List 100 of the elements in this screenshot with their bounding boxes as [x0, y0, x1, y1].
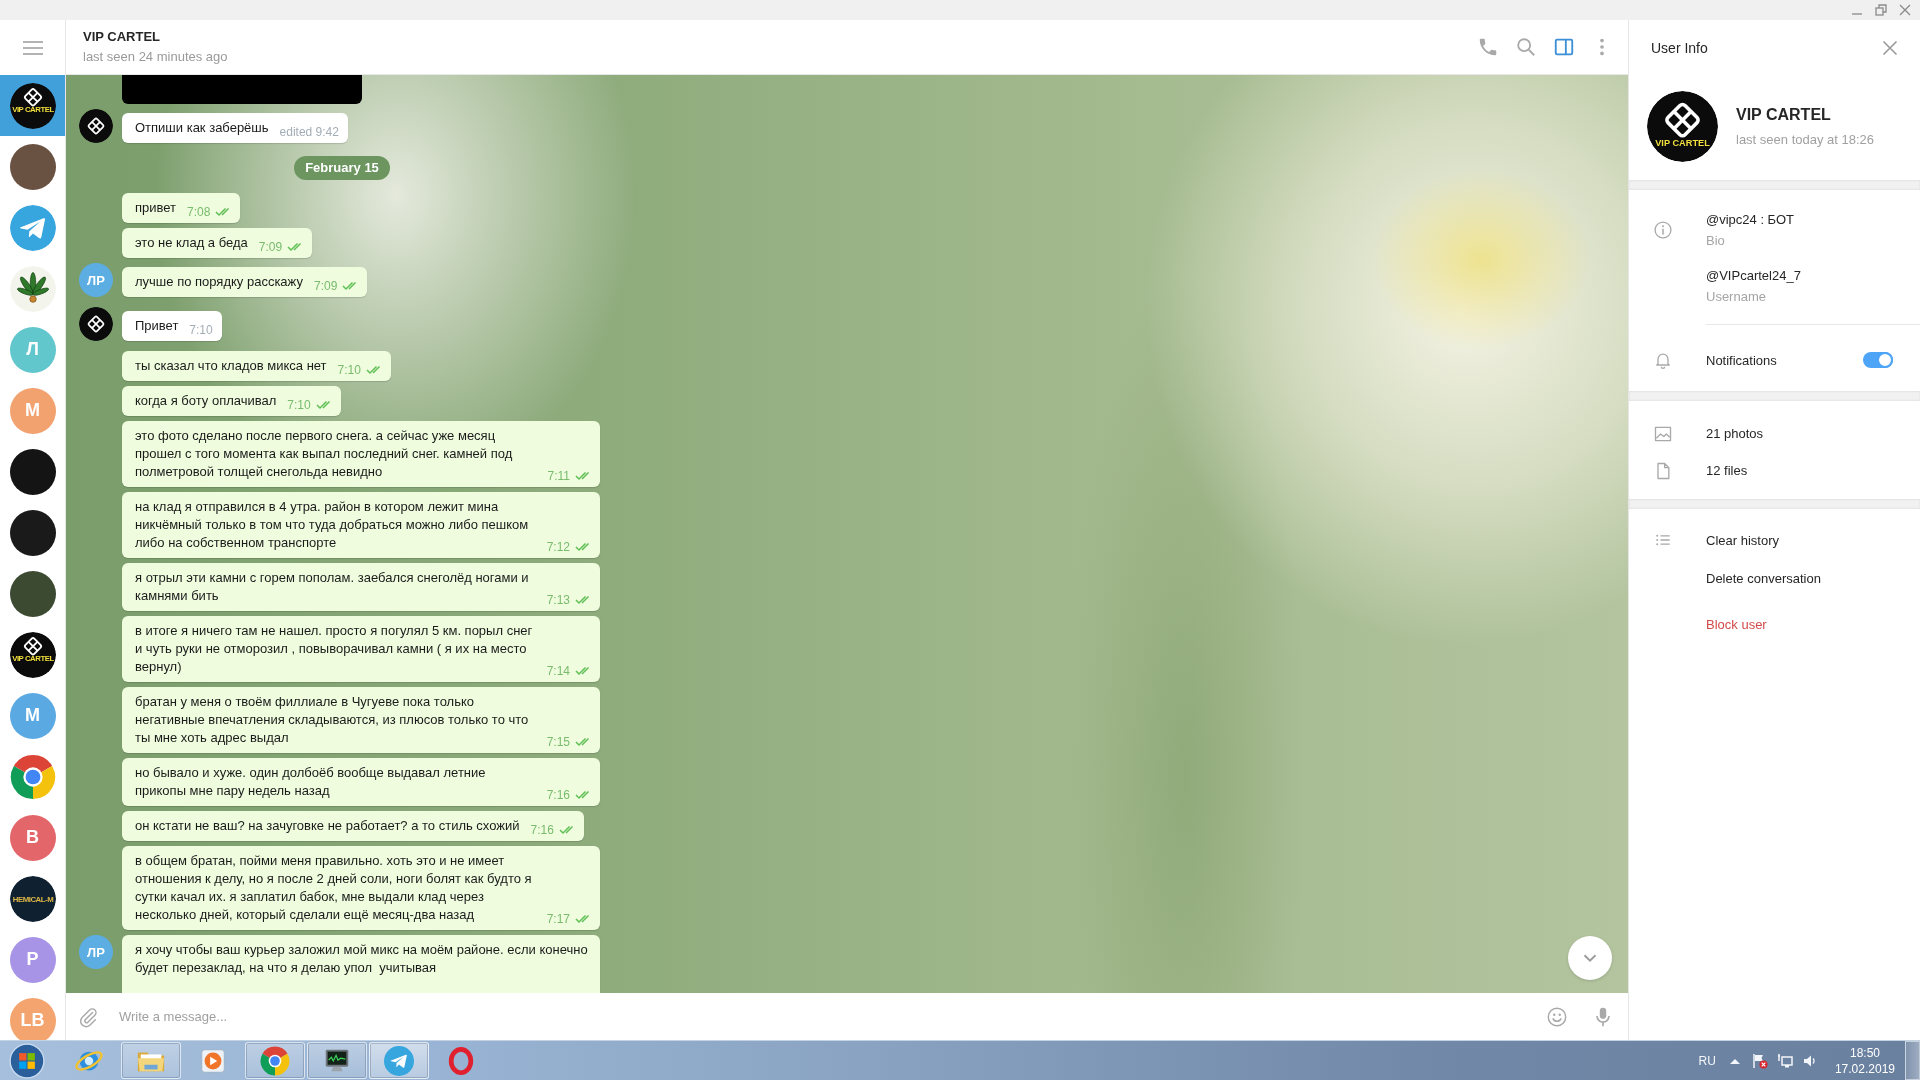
flag-icon[interactable] — [1751, 1052, 1768, 1069]
segmented-circle-icon — [260, 1045, 290, 1076]
action-link[interactable]: Clear history — [1706, 532, 1779, 548]
network-icon[interactable] — [1776, 1052, 1793, 1069]
message-text: на клад я отправился в 4 утра. район в котором лежит мина никчёмный только в том что туда добраться можно либо пешком либо на собственном транспорте — [135, 498, 530, 552]
message-time: 7:09 — [313, 279, 338, 293]
diamond-icon — [87, 314, 105, 334]
double-check-icon — [558, 825, 575, 835]
date-badge: February 15 — [294, 156, 390, 180]
leaf-avatar — [9, 265, 56, 312]
message-text: в общем братан, пойми меня правильно. хоть это и не имеет отношения к делу, но я после 2 дней соли, ноги болят как будто я сутки качал их. я заплатил бабок, мне выдали клад через несколько дней, который сделали ещё месяц-два назад — [135, 852, 533, 924]
scroll-down-button[interactable] — [1568, 936, 1612, 980]
clock-time[interactable]: 18:50 — [1849, 1044, 1880, 1061]
logo-text: VIP CARTEL — [11, 653, 54, 663]
chat-list-item[interactable]: Л — [0, 319, 65, 380]
initials-avatar: ЛР — [79, 935, 113, 969]
message-time: 7:08 — [187, 205, 211, 219]
double-check-icon — [575, 666, 591, 676]
message-time: 7:11 — [547, 469, 570, 483]
initials-avatar: Р — [9, 936, 56, 983]
menu-icon[interactable] — [22, 40, 43, 55]
field-label: Bio — [1706, 232, 1725, 250]
message-time: 7:17 — [546, 912, 570, 926]
diamond-icon — [1663, 101, 1702, 139]
chat-list-item[interactable]: Р — [0, 929, 65, 990]
close-icon[interactable] — [1898, 3, 1912, 17]
message-text: я хочу чтобы ваш курьер заложил мой микс на моём районе. если конечно будет перезаклад, на что я делаю упол учитывая — [135, 941, 589, 977]
message-text: ты сказал что кладов микса нет — [135, 357, 327, 375]
notifications-label: Notifications — [1706, 352, 1778, 368]
chat-list-item[interactable]: М — [0, 685, 65, 746]
message-text: Привет — [135, 317, 179, 335]
message-text: это не клад а беда — [135, 234, 248, 252]
panel-title: User Info — [1651, 39, 1708, 56]
caret-up-icon[interactable] — [1728, 1056, 1741, 1065]
media-link[interactable]: 21 photos — [1706, 426, 1764, 441]
message-text: в итоге я ничего там не нашел. просто я погулял 5 км. порыл снег и чуть руки не отморозил , повыворачивал камни ( я их на место вернул) — [135, 622, 534, 676]
paperclip-icon[interactable] — [77, 1005, 99, 1028]
initials-avatar: В — [9, 814, 56, 861]
double-check-icon — [215, 207, 232, 217]
message-time: 7:12 — [546, 540, 570, 554]
profile-status: last seen today at 18:26 — [1736, 130, 1875, 149]
ring-icon — [446, 1045, 476, 1076]
field-label: Username — [1706, 288, 1766, 306]
paper-plane-avatar — [9, 204, 56, 251]
message-time: edited 9:42 — [279, 125, 339, 139]
double-check-icon — [575, 542, 591, 552]
taskbar-button[interactable] — [307, 1042, 367, 1079]
message-time: 7:15 — [546, 735, 570, 749]
logo-text: VIP CARTEL — [11, 104, 54, 114]
double-check-icon — [287, 242, 304, 252]
search-icon[interactable] — [1515, 36, 1537, 58]
message-time: 7:13 — [546, 593, 570, 607]
language-indicator[interactable]: RU — [1698, 1053, 1716, 1068]
clock-date[interactable]: 17.02.2019 — [1834, 1060, 1895, 1077]
initials-avatar: М — [9, 387, 56, 434]
chat-list-item[interactable]: В — [0, 807, 65, 868]
sidebar-toggle-icon[interactable] — [1553, 36, 1575, 58]
message-text: братан у меня о твоём филлиале в Чугуеве пока только негативные впечатления складываются, из плюсов только то что ты мне хоть адрес выдал — [135, 693, 530, 747]
message-input[interactable]: Write a message... — [119, 1006, 1522, 1027]
diamond-icon — [87, 117, 105, 135]
diamond-icon — [22, 87, 43, 107]
double-check-icon — [575, 737, 591, 747]
chat-list-item[interactable]: HEMICAL-M — [0, 868, 65, 929]
message-time: 7:10 — [337, 363, 361, 377]
smiley-icon[interactable] — [1546, 1005, 1568, 1028]
chat-list-item[interactable]: М — [0, 380, 65, 441]
double-check-icon — [365, 365, 382, 375]
initials-avatar: Л — [9, 326, 56, 373]
double-check-icon — [575, 790, 591, 800]
logo-text: HEMICAL-M — [12, 894, 53, 904]
message-time: 7:14 — [546, 664, 570, 678]
message-text: когда я боту оплачивал — [135, 392, 277, 410]
field-value: @VIPcartel24_7 — [1706, 267, 1801, 285]
double-check-icon — [575, 471, 591, 481]
profile-name: VIP CARTEL — [1736, 104, 1831, 125]
chat-list-item[interactable]: LB — [0, 990, 65, 1040]
show-desktop-button[interactable] — [1905, 1041, 1920, 1080]
message-time: 7:09 — [258, 240, 283, 254]
double-check-icon — [342, 281, 359, 291]
toggle-switch[interactable] — [1863, 352, 1893, 368]
close-icon[interactable] — [1882, 39, 1898, 56]
chat-list-item[interactable]: VIP CARTEL — [0, 624, 65, 685]
initials-avatar: М — [9, 692, 56, 739]
message-time: 7:16 — [546, 788, 570, 802]
paper-plane-icon — [384, 1045, 414, 1076]
message-text: Отпиши как заберёшь — [135, 119, 269, 137]
phone-icon[interactable] — [1477, 36, 1499, 58]
restore-icon[interactable] — [1874, 3, 1888, 17]
diamond-icon — [22, 636, 43, 656]
action-link[interactable]: Delete conversation — [1706, 570, 1821, 586]
initials-avatar: LB — [9, 997, 56, 1040]
media-link[interactable]: 12 files — [1706, 463, 1748, 478]
field-value: @vipc24 : БОТ — [1706, 211, 1795, 229]
action-link[interactable]: Block user — [1706, 616, 1767, 632]
segmented-circle-avatar — [9, 753, 56, 800]
logo-text: VIP CARTEL — [1655, 138, 1710, 149]
message-text: но бывало и хуже. один долбоёб вообще выдавал летние прикопы мне пару недель назад — [135, 764, 487, 800]
chat-title: VIP CARTEL — [83, 29, 161, 45]
message-text: привет — [135, 199, 177, 217]
chat-list-item[interactable]: VIP CARTEL — [0, 75, 65, 136]
